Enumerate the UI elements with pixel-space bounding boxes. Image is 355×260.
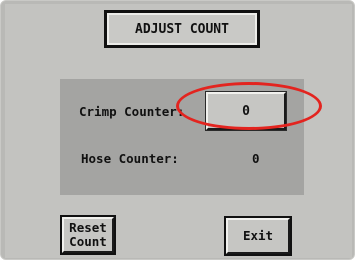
page-title: ADJUST COUNT [107, 13, 257, 45]
page-title-frame: ADJUST COUNT [104, 10, 260, 48]
hose-counter-label: Hose Counter: [81, 151, 179, 166]
hose-counter-value: 0 [252, 151, 260, 166]
crimp-counter-label: Crimp Counter: [79, 104, 185, 119]
crimp-counter-value-button[interactable]: 0 [205, 91, 287, 131]
reset-count-button[interactable]: Reset Count [60, 215, 116, 255]
exit-button[interactable]: Exit [224, 216, 292, 256]
